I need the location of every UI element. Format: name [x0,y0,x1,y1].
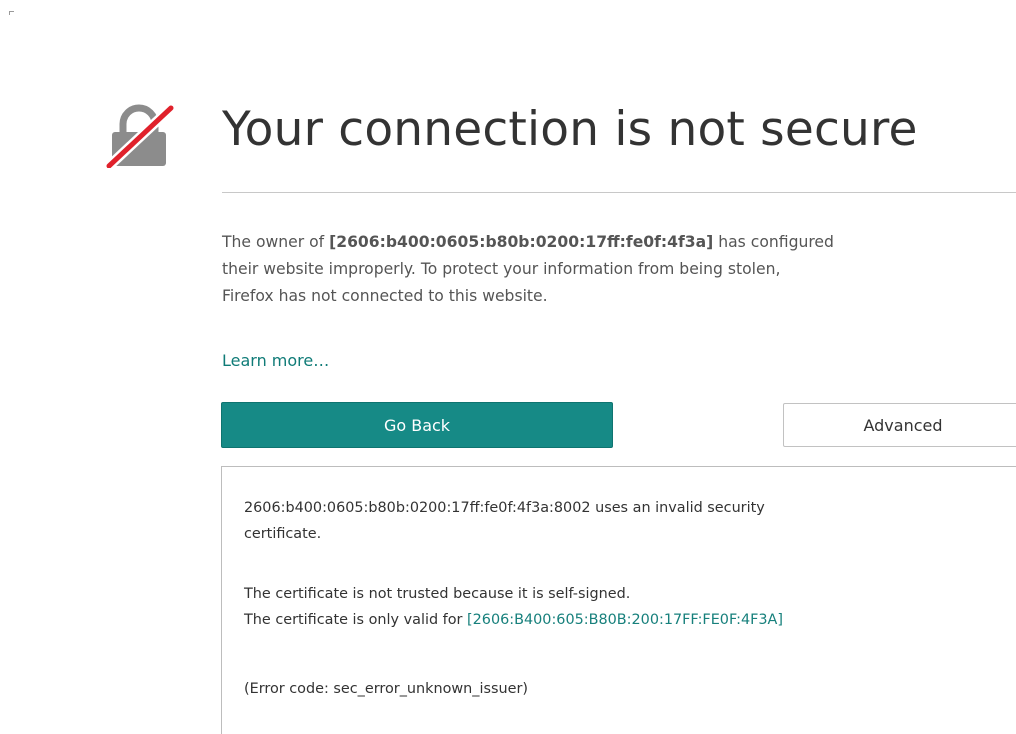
error-code: (Error code: sec_error_unknown_issuer) [244,681,528,697]
title-divider [222,192,1016,193]
broken-lock-icon [105,104,176,168]
self-signed-message: The certificate is not trusted because i… [244,586,631,602]
page-title: Your connection is not secure [222,102,918,157]
description-prefix: The owner of [222,233,330,251]
description-line3: Firefox has not connected to this websit… [222,287,548,305]
description-line2: their website improperly. To protect you… [222,260,781,278]
invalid-cert-message: 2606:b400:0605:b80b:0200:17ff:fe0f:4f3a:… [244,495,765,547]
invalid-cert-line1: 2606:b400:0605:b80b:0200:17ff:fe0f:4f3a:… [244,500,765,516]
description-host: [2606:b400:0605:b80b:0200:17ff:fe0f:4f3a… [329,233,714,251]
description-line1-suffix: has configured [713,233,834,251]
learn-more-link[interactable]: Learn more… [222,349,329,373]
go-back-button[interactable]: Go Back [221,402,613,448]
corner-mark [9,11,14,15]
error-page: Your connection is not secure The owner … [0,0,1016,734]
invalid-cert-line2: certificate. [244,526,322,542]
valid-for-message: The certificate is only valid for [2606:… [244,607,783,633]
valid-host-link[interactable]: [2606:B400:605:B80B:200:17FF:FE0F:4F3A] [467,612,783,628]
error-description: The owner of [2606:b400:0605:b80b:0200:1… [222,229,1016,310]
advanced-button[interactable]: Advanced [783,403,1016,447]
advanced-panel: 2606:b400:0605:b80b:0200:17ff:fe0f:4f3a:… [221,466,1016,734]
valid-for-prefix: The certificate is only valid for [244,612,468,628]
